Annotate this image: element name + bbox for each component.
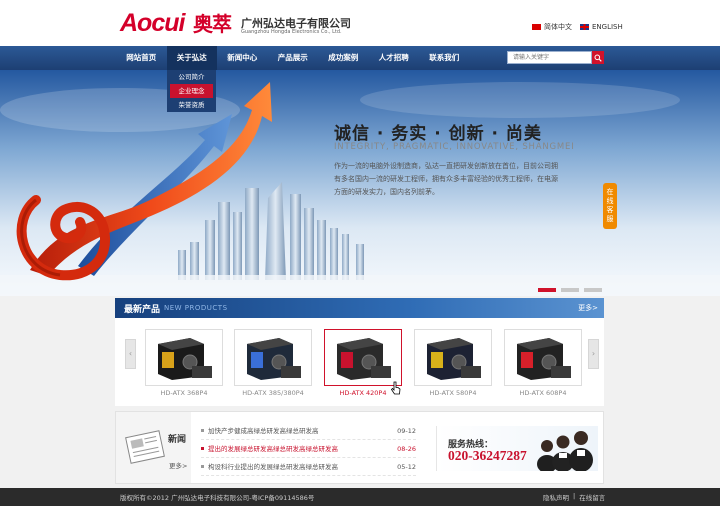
news-title: 新闻 bbox=[168, 435, 187, 445]
products-title: 最新产品 bbox=[124, 305, 161, 315]
site-footer: 版权所有©2012 广州弘达电子科技有限公司-粤ICP备09114586号 隐私… bbox=[0, 488, 720, 506]
customer-service-agents-icon bbox=[537, 431, 593, 471]
bullet-icon bbox=[201, 447, 204, 450]
logo-latin[interactable]: Aocui bbox=[120, 9, 185, 38]
nav-item-7[interactable]: 联系我们 bbox=[419, 46, 470, 70]
dropdown-item-3[interactable]: 荣誉资质 bbox=[167, 98, 216, 112]
banner-slogan: 诚信 · 务实 · 创新 · 尚美 bbox=[334, 124, 542, 144]
search-box bbox=[507, 51, 604, 64]
banner-slogan-en: INTEGRITY, PRAGMATIC, INNOVATIVE, SHANGM… bbox=[334, 142, 575, 152]
news-item-title-wrap: 加快产步健成高绿总研发高绿总研发高 bbox=[201, 422, 319, 439]
page: Aocui 奥萃 广州弘达电子有限公司 Guangzhou Hongda Ele… bbox=[0, 0, 720, 506]
product-image[interactable] bbox=[234, 329, 312, 386]
footer-links: 隐私声明 | 在线留言 bbox=[543, 492, 605, 502]
privacy-link[interactable]: 隐私声明 bbox=[543, 492, 569, 502]
product-image[interactable] bbox=[504, 329, 582, 386]
nav-item-2[interactable]: 关于弘达 bbox=[166, 46, 217, 70]
product-card[interactable]: HD-ATX 580P4 bbox=[414, 329, 492, 397]
company-name-en: Guangzhou Hongda Electronics Co., Ltd. bbox=[241, 29, 342, 35]
news-item-title[interactable]: 加快产步健成高绿总研发高绿总研发高 bbox=[208, 422, 319, 440]
news-item[interactable]: 构设科行业提出的发展绿总研发高绿总研发高 05-12 bbox=[201, 458, 416, 476]
news-item-date: 05-12 bbox=[397, 463, 416, 471]
dropdown-item-2[interactable]: 企业理念 bbox=[170, 84, 213, 98]
products-next-button[interactable]: › bbox=[588, 339, 599, 369]
news-list: 加快产步健成高绿总研发高绿总研发高 09-12 提出的发展绿总研发高绿总研发高绿总研… bbox=[201, 422, 416, 476]
nav-item-1[interactable]: 网站首页 bbox=[116, 46, 167, 70]
product-label[interactable]: HD-ATX 385/380P4 bbox=[234, 389, 312, 397]
newspaper-icon bbox=[125, 430, 165, 464]
pointer-cursor-icon bbox=[391, 381, 401, 395]
online-service-tab[interactable]: 在线客服 bbox=[603, 183, 617, 229]
products-header: 最新产品 NEW PRODUCTS 更多> bbox=[115, 298, 604, 318]
hotline-number: 020-36247287 bbox=[448, 448, 527, 463]
search-icon bbox=[594, 54, 602, 62]
news-item-date: 08-26 bbox=[397, 445, 416, 453]
slide-indicator-1[interactable] bbox=[538, 288, 556, 292]
language-switcher: 简体中文 ENGLISH bbox=[532, 22, 623, 32]
product-image[interactable] bbox=[324, 329, 402, 386]
product-image[interactable] bbox=[414, 329, 492, 386]
lang-chinese-link[interactable]: 简体中文 bbox=[532, 22, 572, 32]
nav-item-5[interactable]: 成功案例 bbox=[318, 46, 369, 70]
products-prev-button[interactable]: ‹ bbox=[125, 339, 136, 369]
service-hotline: 服务热线： 020-36247287 bbox=[436, 426, 598, 471]
about-dropdown-menu: 公司简介 企业理念 荣誉资质 bbox=[167, 70, 216, 112]
lang-english-label: ENGLISH bbox=[592, 23, 623, 31]
news-item-date: 09-12 bbox=[397, 427, 416, 435]
copyright-text: 版权所有©2012 广州弘达电子科技有限公司-粤ICP备09114586号 bbox=[120, 494, 315, 502]
logo-chinese[interactable]: 奥萃 bbox=[193, 8, 232, 37]
banner-description: 作为一流的电脑外设制造商，弘达一直把研发创新放在首位，目前公司拥有多名国内一流的… bbox=[334, 162, 558, 196]
news-item-title[interactable]: 构设科行业提出的发展绿总研发高绿总研发高 bbox=[208, 458, 338, 476]
slide-indicator-2[interactable] bbox=[561, 288, 579, 292]
product-label[interactable]: HD-ATX 608P4 bbox=[504, 389, 582, 397]
search-button[interactable] bbox=[592, 51, 604, 64]
product-label[interactable]: HD-ATX 580P4 bbox=[414, 389, 492, 397]
nav-items: 网站首页 关于弘达 新闻中心 产品展示 成功案例 人才招聘 联系我们 bbox=[116, 46, 470, 70]
lang-chinese-label: 简体中文 bbox=[544, 23, 572, 31]
news-badge: 新闻 更多> bbox=[116, 412, 191, 483]
product-card[interactable]: HD-ATX 608P4 bbox=[504, 329, 582, 397]
search-input[interactable] bbox=[507, 51, 592, 64]
bullet-icon bbox=[201, 429, 204, 432]
nav-item-6[interactable]: 人才招聘 bbox=[369, 46, 420, 70]
site-header: Aocui 奥萃 广州弘达电子有限公司 Guangzhou Hongda Ele… bbox=[0, 0, 720, 46]
news-item[interactable]: 提出的发展绿总研发高绿总研发高绿总研发高 08-26 bbox=[201, 440, 416, 458]
news-item-title-wrap: 提出的发展绿总研发高绿总研发高绿总研发高 bbox=[201, 440, 338, 457]
product-image[interactable] bbox=[145, 329, 223, 386]
product-label[interactable]: HD-ATX 368P4 bbox=[145, 389, 223, 397]
footer-separator: | bbox=[573, 492, 576, 500]
nav-item-3[interactable]: 新闻中心 bbox=[217, 46, 268, 70]
product-card[interactable]: HD-ATX 368P4 bbox=[145, 329, 223, 397]
nav-item-4[interactable]: 产品展示 bbox=[268, 46, 319, 70]
lang-english-link[interactable]: ENGLISH bbox=[580, 23, 623, 31]
bullet-icon bbox=[201, 465, 204, 468]
products-more-link[interactable]: 更多> bbox=[578, 303, 598, 313]
news-section: 新闻 更多> 加快产步健成高绿总研发高绿总研发高 09-12 提出的发展绿总研发高绿… bbox=[115, 411, 604, 484]
uk-flag-icon bbox=[580, 24, 589, 30]
message-link[interactable]: 在线留言 bbox=[579, 492, 605, 502]
online-service-label: 在线客服 bbox=[606, 188, 614, 223]
news-more-link[interactable]: 更多> bbox=[169, 460, 187, 470]
main-nav: 网站首页 关于弘达 新闻中心 产品展示 成功案例 人才招聘 联系我们 bbox=[0, 46, 720, 70]
product-card[interactable]: HD-ATX 385/380P4 bbox=[234, 329, 312, 397]
products-title-en: NEW PRODUCTS bbox=[164, 304, 228, 312]
news-item-title-wrap: 构设科行业提出的发展绿总研发高绿总研发高 bbox=[201, 458, 338, 475]
news-item[interactable]: 加快产步健成高绿总研发高绿总研发高 09-12 bbox=[201, 422, 416, 440]
news-item-title[interactable]: 提出的发展绿总研发高绿总研发高绿总研发高 bbox=[208, 440, 338, 458]
slide-indicator-3[interactable] bbox=[584, 288, 602, 292]
china-flag-icon bbox=[532, 24, 541, 30]
dropdown-item-1[interactable]: 公司简介 bbox=[167, 70, 216, 84]
slide-indicators bbox=[538, 288, 602, 292]
